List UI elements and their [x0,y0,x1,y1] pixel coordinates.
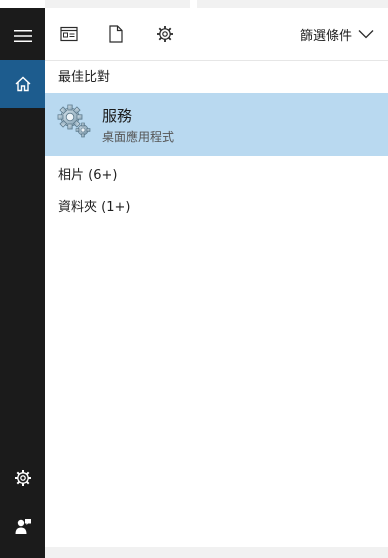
feedback-button[interactable] [0,502,45,550]
search-panel: 篩選條件 最佳比對 服務 桌面應用程式 相片 (6+) 資料夾 (1+) [0,0,388,558]
bottom-bar [45,547,388,558]
top-strip-gap [190,0,197,8]
apps-filter-button[interactable] [55,20,83,48]
apps-filter-icon [60,26,78,42]
feedback-icon [15,519,31,534]
services-gear-icon [57,104,91,138]
document-icon [109,25,123,43]
filter-label: 篩選條件 [299,28,352,44]
best-match-heading: 最佳比對 [58,70,111,85]
gear-icon [157,26,173,42]
filter-toolbar: 篩選條件 [45,8,388,61]
hamburger-menu-icon [13,30,32,42]
menu-button[interactable] [0,12,45,60]
settings-button[interactable] [0,454,45,502]
result-subtitle: 桌面應用程式 [102,130,175,144]
category-folders[interactable]: 資料夾 (1+) [58,196,130,215]
home-button[interactable] [0,60,45,108]
web-settings-filter-button[interactable] [151,20,179,48]
result-title: 服務 [102,107,133,125]
documents-filter-button[interactable] [102,20,130,48]
top-strip [45,0,388,8]
gear-icon [14,470,31,486]
chevron-down-icon [358,30,374,39]
left-rail [0,8,45,558]
category-photos[interactable]: 相片 (6+) [58,164,117,183]
best-match-result[interactable]: 服務 桌面應用程式 [45,93,388,156]
filter-dropdown[interactable]: 篩選條件 [300,23,374,45]
home-icon [15,76,30,92]
